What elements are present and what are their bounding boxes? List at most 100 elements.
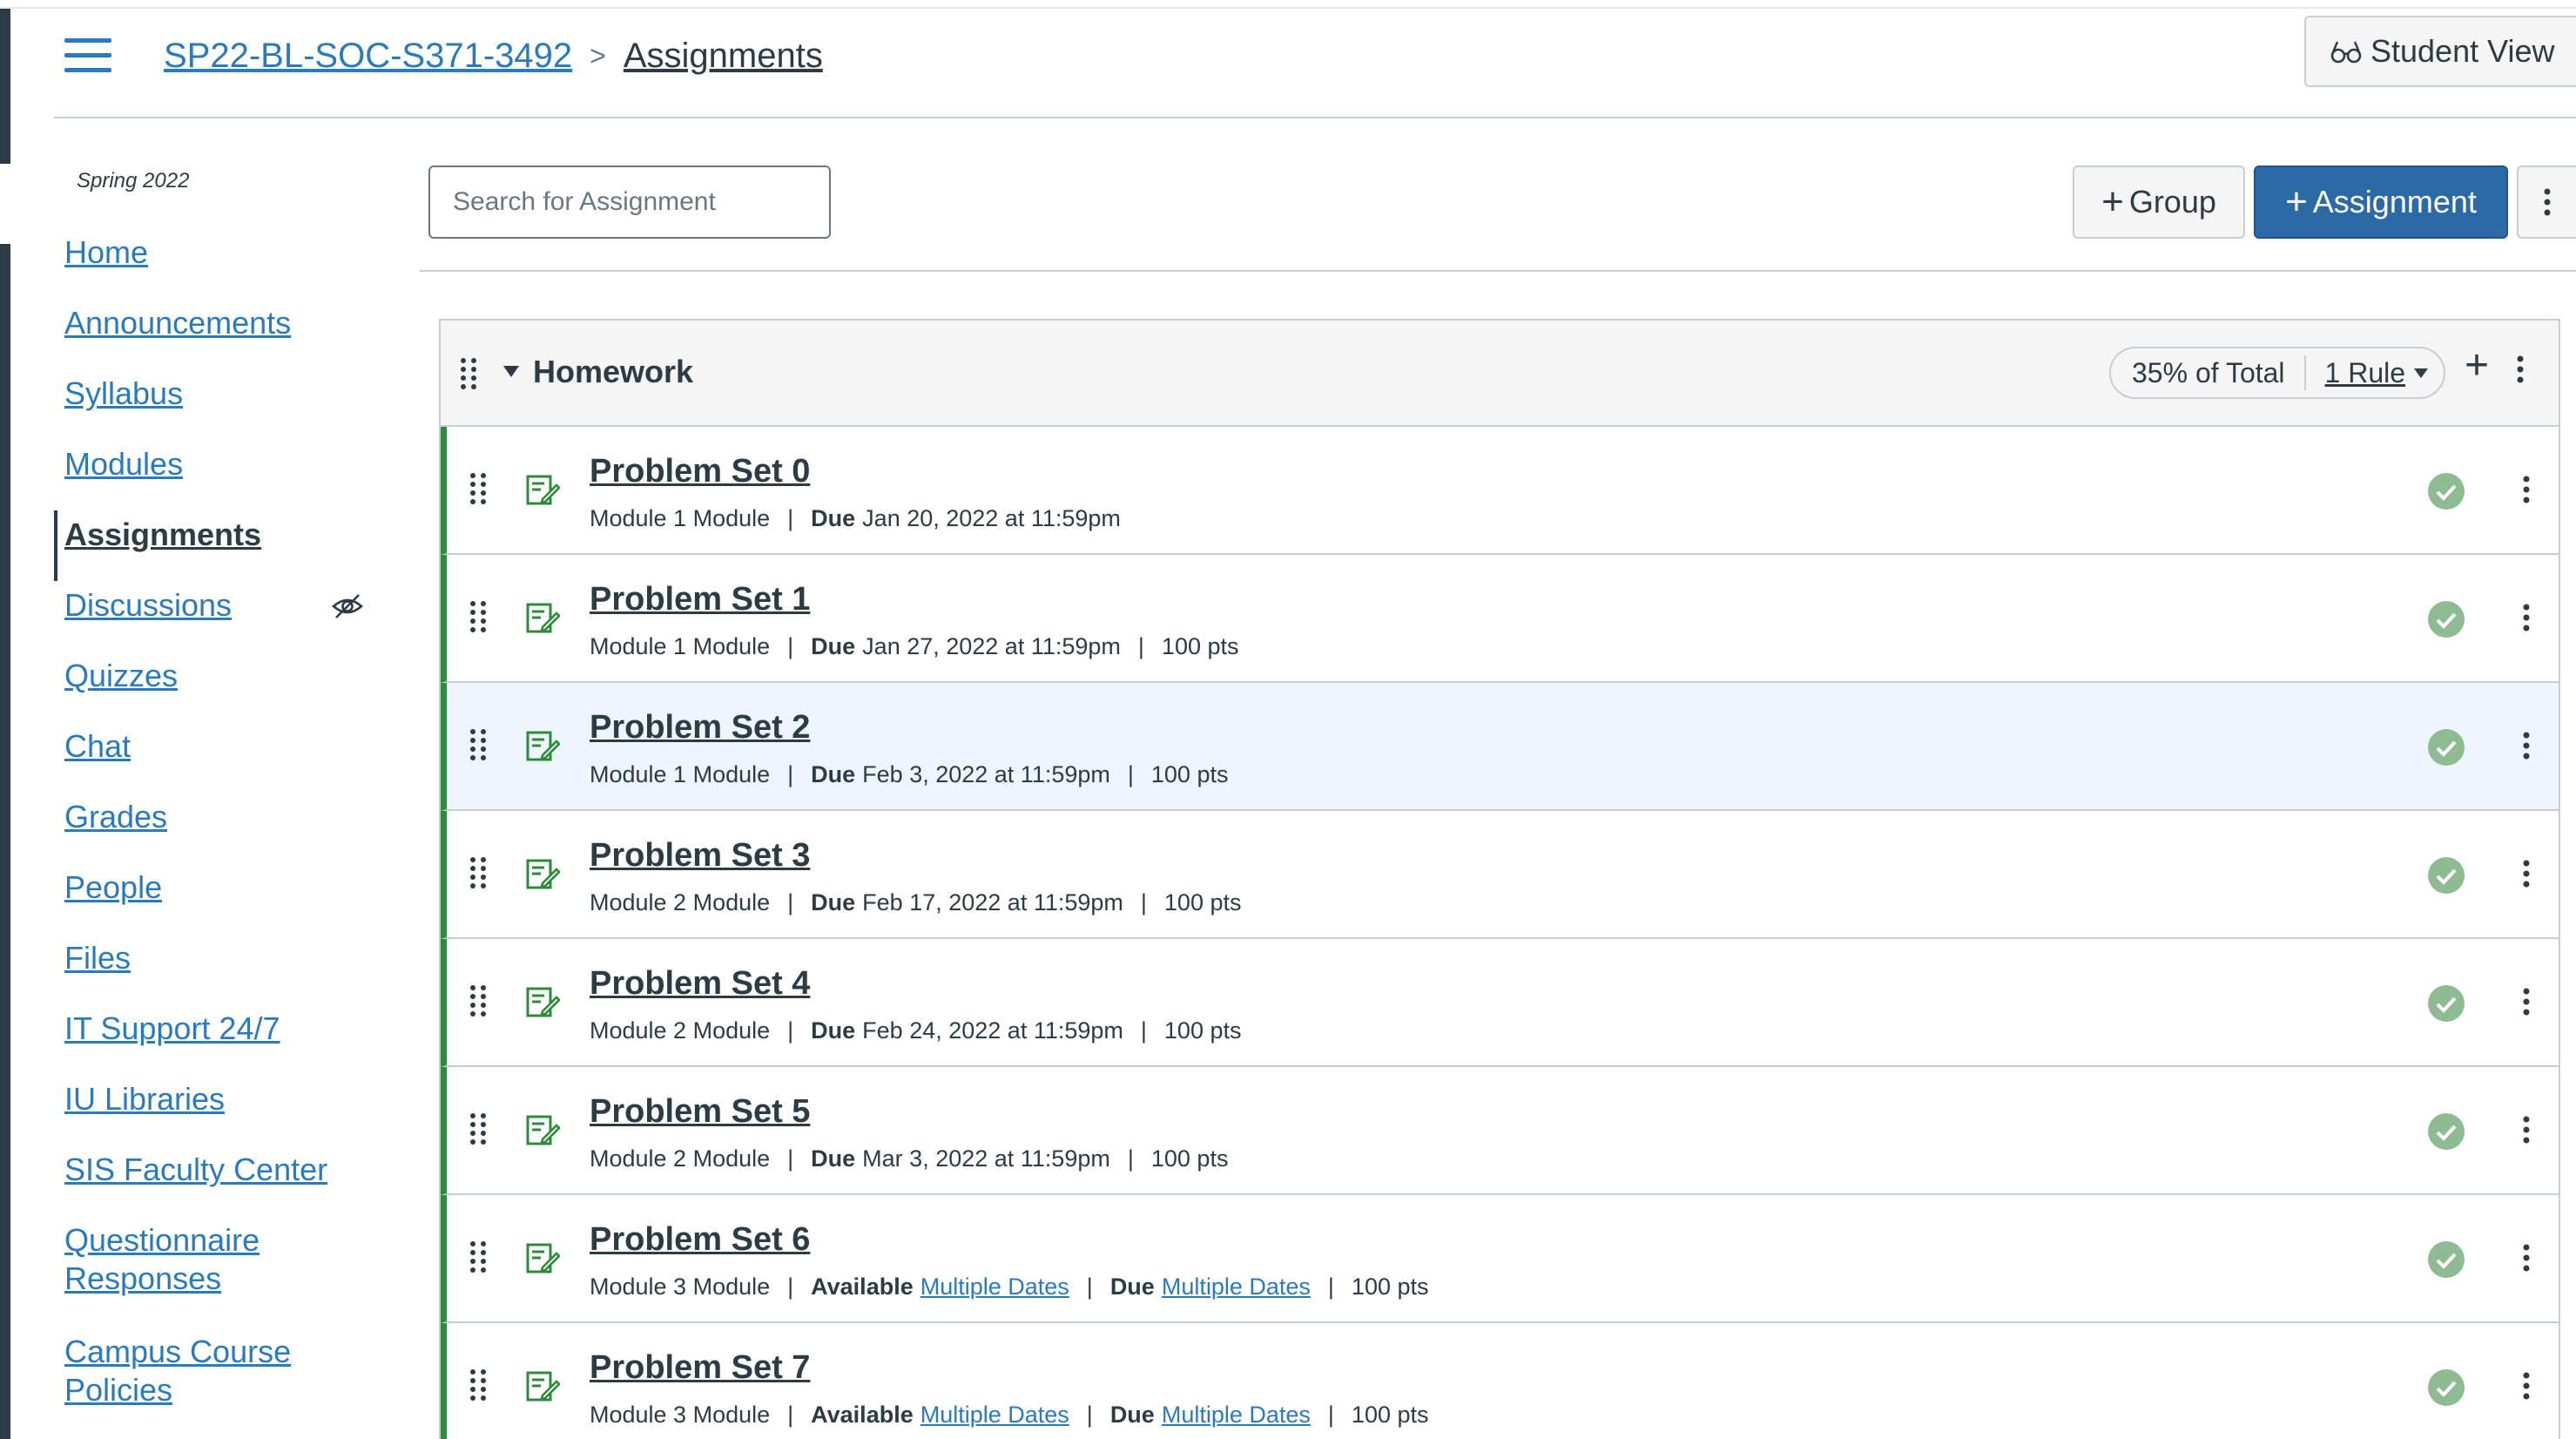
assignment-title-link[interactable]: Problem Set 1 — [590, 581, 810, 618]
add-assignment-button[interactable]: + Assignment — [2254, 166, 2508, 239]
assignment-title-link[interactable]: Problem Set 7 — [590, 1349, 810, 1387]
sidebar-item-iu-libraries[interactable]: IU Libraries — [54, 1075, 402, 1145]
due-dates-link[interactable]: Multiple Dates — [1162, 1402, 1311, 1429]
assignment-meta: Module 2 Module | Due Mar 3, 2022 at 11:… — [590, 1145, 1228, 1172]
sidebar-item-label[interactable]: Syllabus — [64, 369, 183, 413]
check-circle-icon[interactable] — [2427, 1112, 2465, 1151]
kebab-icon[interactable] — [2517, 355, 2524, 383]
assignment-title-link[interactable]: Problem Set 3 — [590, 837, 810, 875]
sidebar-item-label[interactable]: Home — [64, 228, 148, 272]
breadcrumb-course-link[interactable]: SP22-BL-SOC-S371-3492 — [164, 37, 572, 76]
meta-separator: | — [1327, 1273, 1334, 1300]
breadcrumb-separator-icon: > — [590, 39, 606, 71]
sidebar-item-label[interactable]: Announcements — [64, 299, 291, 342]
sidebar-item-questionnaire-responses[interactable]: Questionnaire Responses — [54, 1216, 402, 1328]
assignment-title-link[interactable]: Problem Set 2 — [590, 709, 810, 747]
assignment-title-link[interactable]: Problem Set 4 — [590, 965, 810, 1003]
student-view-button[interactable]: Student View — [2304, 16, 2576, 87]
kebab-icon[interactable] — [2523, 988, 2530, 1016]
due-dates-link[interactable]: Multiple Dates — [1162, 1273, 1311, 1301]
sidebar-item-label[interactable]: IT Support 24/7 — [64, 1004, 280, 1048]
kebab-icon[interactable] — [2523, 860, 2530, 888]
drag-handle-icon[interactable] — [469, 600, 487, 633]
sidebar-item-label[interactable]: Questionnaire Responses — [64, 1216, 300, 1298]
sidebar-item-people[interactable]: People — [54, 863, 402, 934]
assignment-icon — [526, 731, 560, 761]
global-nav-strip — [0, 0, 10, 1439]
assignment-meta: Module 1 Module | Due Jan 27, 2022 at 11… — [590, 633, 1239, 660]
meta-separator: | — [787, 1017, 794, 1044]
drag-handle-icon[interactable] — [469, 1240, 487, 1273]
sidebar-item-grades[interactable]: Grades — [54, 793, 402, 863]
sidebar-item-chat[interactable]: Chat — [54, 722, 402, 793]
sidebar-item-label[interactable]: Modules — [64, 440, 183, 483]
available-dates-link[interactable]: Multiple Dates — [920, 1273, 1069, 1301]
add-assignment-to-group-icon[interactable]: + — [2465, 345, 2489, 387]
settings-kebab-button[interactable] — [2517, 166, 2576, 239]
available-label: Available — [811, 1273, 914, 1300]
sidebar-item-label[interactable]: SIS Faculty Center — [64, 1145, 327, 1189]
plus-icon: + — [2101, 180, 2124, 223]
sidebar-item-label[interactable]: IU Libraries — [64, 1075, 225, 1118]
assignment-title-link[interactable]: Problem Set 6 — [590, 1221, 810, 1259]
sidebar-item-label[interactable]: Discussions — [64, 581, 232, 625]
caret-down-icon[interactable] — [503, 366, 519, 377]
sidebar-item-discussions[interactable]: Discussions — [54, 581, 402, 652]
sidebar-item-assignments[interactable]: Assignments — [54, 510, 402, 581]
kebab-icon[interactable] — [2523, 1372, 2530, 1400]
assignment-module: Module 1 Module — [590, 505, 771, 531]
kebab-icon[interactable] — [2523, 1116, 2530, 1144]
sidebar-item-label[interactable]: Assignments — [64, 510, 261, 554]
sidebar-item-label[interactable]: Campus Course Policies — [64, 1328, 300, 1409]
meta-separator: | — [1327, 1402, 1334, 1428]
group-rules-link[interactable]: 1 Rule — [2306, 357, 2429, 389]
search-input[interactable] — [428, 166, 831, 239]
assignment-points: 100 pts — [1161, 633, 1239, 659]
kebab-icon[interactable] — [2523, 604, 2530, 632]
assignment-title-link[interactable]: Problem Set 5 — [590, 1093, 810, 1131]
check-circle-icon[interactable] — [2427, 856, 2465, 895]
sidebar-item-announcements[interactable]: Announcements — [54, 299, 402, 369]
add-group-button[interactable]: + Group — [2073, 166, 2245, 239]
sidebar-item-label[interactable]: Chat — [64, 722, 131, 766]
sidebar-item-label[interactable]: Files — [64, 934, 131, 977]
assignment-title-link[interactable]: Problem Set 0 — [590, 453, 810, 490]
check-circle-icon[interactable] — [2427, 728, 2465, 767]
sidebar-item-modules[interactable]: Modules — [54, 440, 402, 510]
drag-handle-icon[interactable] — [469, 472, 487, 505]
meta-separator: | — [1140, 1017, 1147, 1044]
check-circle-icon[interactable] — [2427, 984, 2465, 1023]
sidebar-item-campus-course-policies[interactable]: Campus Course Policies — [54, 1328, 402, 1439]
drag-handle-icon[interactable] — [469, 728, 487, 761]
check-circle-icon[interactable] — [2427, 472, 2465, 510]
assignment-icon — [526, 1115, 560, 1145]
check-circle-icon[interactable] — [2427, 1240, 2465, 1279]
drag-handle-icon[interactable] — [469, 856, 487, 889]
kebab-icon[interactable] — [2523, 732, 2530, 760]
due-label: Due — [811, 1017, 856, 1044]
drag-handle-icon[interactable] — [469, 1112, 487, 1145]
hamburger-icon[interactable] — [64, 37, 111, 75]
kebab-icon[interactable] — [2523, 1244, 2530, 1272]
check-circle-icon[interactable] — [2427, 600, 2465, 638]
sidebar-item-label[interactable]: Grades — [64, 793, 167, 836]
term-label: Spring 2022 — [77, 169, 190, 193]
sidebar-item-quizzes[interactable]: Quizzes — [54, 652, 402, 722]
assignment-module: Module 3 Module — [590, 1402, 771, 1428]
drag-handle-icon[interactable] — [460, 357, 477, 390]
drag-handle-icon[interactable] — [469, 984, 487, 1017]
sidebar-item-label[interactable]: People — [64, 863, 162, 907]
sidebar-item-syllabus[interactable]: Syllabus — [54, 369, 402, 440]
due-label: Due — [811, 505, 856, 531]
add-assignment-label: Assignment — [2312, 184, 2477, 220]
sidebar-item-label[interactable]: Quizzes — [64, 652, 178, 695]
check-circle-icon[interactable] — [2427, 1368, 2465, 1407]
sidebar-item-it-support[interactable]: IT Support 24/7 — [54, 1004, 402, 1075]
sidebar-item-sis-faculty-center[interactable]: SIS Faculty Center — [54, 1145, 402, 1216]
available-dates-link[interactable]: Multiple Dates — [920, 1402, 1069, 1429]
sidebar-item-files[interactable]: Files — [54, 934, 402, 1004]
drag-handle-icon[interactable] — [469, 1368, 487, 1402]
sidebar-item-home[interactable]: Home — [54, 228, 402, 299]
group-rules-label: 1 Rule — [2324, 356, 2406, 388]
kebab-icon[interactable] — [2523, 476, 2530, 503]
